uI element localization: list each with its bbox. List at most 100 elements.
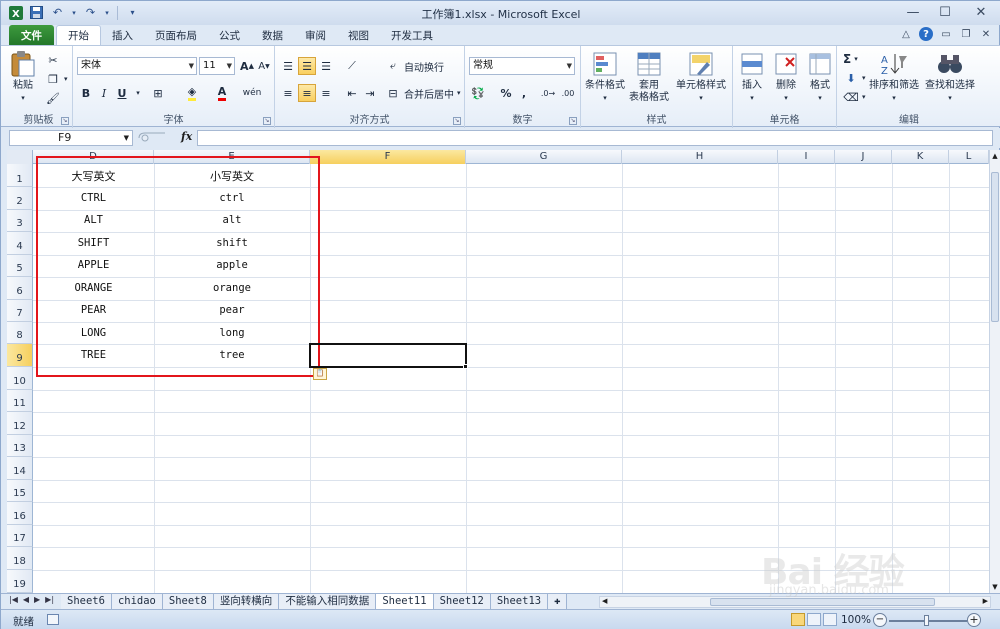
row-header-11[interactable]: 11 xyxy=(7,390,33,412)
percent-button[interactable]: % xyxy=(497,84,515,102)
page-layout-view-icon[interactable] xyxy=(807,613,821,626)
row-header-10[interactable]: 10 xyxy=(7,367,33,390)
workbook-restore-icon[interactable]: ❐ xyxy=(959,27,973,41)
tab-file[interactable]: 文件 xyxy=(9,25,54,45)
row-header-15[interactable]: 15 xyxy=(7,480,33,502)
column-header-i[interactable]: I xyxy=(778,150,835,164)
merge-center-button[interactable]: ⊟ 合并后居中 ▾ xyxy=(385,84,460,102)
tab-home[interactable]: 开始 xyxy=(56,25,101,45)
row-header-2[interactable]: 2 xyxy=(7,187,33,210)
row-header-16[interactable]: 16 xyxy=(7,502,33,525)
wrap-text-button[interactable]: ⤶ 自动换行 xyxy=(385,57,444,75)
name-box[interactable]: F9 ▼ xyxy=(9,130,133,146)
workbook-close-icon[interactable]: ✕ xyxy=(979,27,993,41)
macro-record-icon[interactable] xyxy=(47,614,59,625)
next-sheet-icon[interactable]: ▶ xyxy=(34,595,40,604)
bold-button[interactable]: B xyxy=(77,84,95,102)
font-color-button[interactable]: A xyxy=(213,84,231,102)
row-header-6[interactable]: 6 xyxy=(7,277,33,300)
tab-insert[interactable]: 插入 xyxy=(101,25,144,45)
number-format-combo[interactable]: 常规 ▼ xyxy=(469,57,575,75)
ribbon-minimize-icon[interactable]: △ xyxy=(899,27,913,41)
prev-sheet-icon[interactable]: ◀ xyxy=(23,595,29,604)
paste-button[interactable]: 粘贴 ▾ xyxy=(9,50,37,104)
sort-filter-button[interactable]: AZ 排序和筛选 ▾ xyxy=(867,50,921,104)
align-bottom-button[interactable]: ☰ xyxy=(317,57,335,75)
decrease-decimal-button[interactable]: .00 xyxy=(559,84,577,102)
sheet-tab-no-duplicate[interactable]: 不能输入相同数据 xyxy=(279,594,377,609)
zoom-slider-thumb[interactable] xyxy=(924,615,929,626)
vertical-scroll-thumb[interactable] xyxy=(991,172,999,322)
orientation-button[interactable]: ⟋ xyxy=(343,57,361,75)
zoom-out-button[interactable]: − xyxy=(873,613,887,627)
align-right-button[interactable]: ≡ xyxy=(317,84,335,102)
sheet-tab-chidao[interactable]: chidao xyxy=(111,594,163,609)
tab-page-layout[interactable]: 页面布局 xyxy=(144,25,208,45)
phonetic-button[interactable]: wén xyxy=(243,84,262,102)
maximize-button[interactable]: ☐ xyxy=(929,1,961,23)
shrink-font-button[interactable]: A ▼ xyxy=(255,57,273,75)
row-header-8[interactable]: 8 xyxy=(7,322,33,344)
row-header-9[interactable]: 9 xyxy=(7,344,33,367)
fill-button[interactable]: ⬇ ▾ xyxy=(843,69,865,87)
cut-button[interactable]: ✂ xyxy=(45,51,61,69)
autosum-button[interactable]: Σ ▾ xyxy=(843,50,858,68)
increase-indent-button[interactable]: ⇥ xyxy=(361,84,379,102)
delete-cells-button[interactable]: 删除 ▾ xyxy=(771,50,801,104)
zoom-level[interactable]: 100% xyxy=(841,614,871,626)
accounting-format-button[interactable]: 💱 xyxy=(469,84,487,102)
select-all-corner[interactable] xyxy=(7,150,33,164)
copy-button[interactable]: ❐ ▾ xyxy=(45,70,67,88)
find-select-button[interactable]: 查找和选择 ▾ xyxy=(923,50,977,104)
sheet-tab-sheet12[interactable]: Sheet12 xyxy=(433,594,491,609)
column-header-h[interactable]: H xyxy=(622,150,778,164)
tab-developer[interactable]: 开发工具 xyxy=(380,25,444,45)
underline-dropdown-icon[interactable]: ▾ xyxy=(129,84,147,102)
format-as-table-button[interactable]: 套用 表格格式 xyxy=(627,50,671,104)
column-header-j[interactable]: J xyxy=(835,150,892,164)
normal-view-icon[interactable] xyxy=(791,613,805,626)
tab-data[interactable]: 数据 xyxy=(251,25,294,45)
row-header-12[interactable]: 12 xyxy=(7,412,33,435)
active-cell-f9[interactable] xyxy=(309,343,467,368)
decrease-indent-button[interactable]: ⇤ xyxy=(343,84,361,102)
scroll-down-icon[interactable]: ▼ xyxy=(991,583,999,591)
conditional-formatting-button[interactable]: 条件格式 ▾ xyxy=(583,50,627,104)
scroll-left-icon[interactable]: ◀ xyxy=(602,597,607,605)
row-header-17[interactable]: 17 xyxy=(7,525,33,547)
column-header-l[interactable]: L xyxy=(949,150,989,164)
worksheet-grid[interactable]: D E F G H I J K L 1 2 3 4 5 6 7 8 9 10 1… xyxy=(7,150,989,593)
insert-sheet-button[interactable]: ✚ xyxy=(548,594,568,609)
fill-handle[interactable] xyxy=(463,364,468,369)
comma-button[interactable]: , xyxy=(515,84,533,102)
clear-button[interactable]: ⌫ ▾ xyxy=(843,88,865,106)
font-launcher-icon[interactable]: ↘ xyxy=(263,117,271,125)
zoom-in-button[interactable]: + xyxy=(967,613,981,627)
tab-view[interactable]: 视图 xyxy=(337,25,380,45)
tab-formulas[interactable]: 公式 xyxy=(208,25,251,45)
align-top-button[interactable]: ☰ xyxy=(279,57,297,75)
first-sheet-icon[interactable]: |◀ xyxy=(9,595,18,604)
row-header-13[interactable]: 13 xyxy=(7,435,33,457)
sheet-tab-sheet13[interactable]: Sheet13 xyxy=(490,594,549,609)
sheet-tab-sheet8[interactable]: Sheet8 xyxy=(162,594,214,609)
borders-button[interactable]: ⊞ xyxy=(149,84,167,102)
tab-review[interactable]: 审阅 xyxy=(294,25,337,45)
sheet-tab-vertical-to-horizontal[interactable]: 竖向转横向 xyxy=(213,594,280,609)
fill-color-button[interactable]: ◈ xyxy=(183,84,201,102)
row-header-4[interactable]: 4 xyxy=(7,232,33,255)
vertical-scrollbar[interactable]: ▲ ▼ xyxy=(989,150,1000,593)
formula-input[interactable] xyxy=(197,130,993,146)
align-center-button[interactable]: ≡ xyxy=(298,84,316,102)
scroll-up-icon[interactable]: ▲ xyxy=(991,152,999,160)
align-left-button[interactable]: ≡ xyxy=(279,84,297,102)
alignment-launcher-icon[interactable]: ↘ xyxy=(453,117,461,125)
close-button[interactable]: ✕ xyxy=(961,1,1000,23)
font-size-combo[interactable]: 11 ▼ xyxy=(199,57,235,75)
column-header-g[interactable]: G xyxy=(466,150,622,164)
help-icon[interactable]: ? xyxy=(919,27,933,41)
paste-options-icon[interactable]: 📋 xyxy=(313,368,327,380)
last-sheet-icon[interactable]: ▶| xyxy=(45,595,54,604)
number-launcher-icon[interactable]: ↘ xyxy=(569,117,577,125)
row-header-7[interactable]: 7 xyxy=(7,300,33,322)
